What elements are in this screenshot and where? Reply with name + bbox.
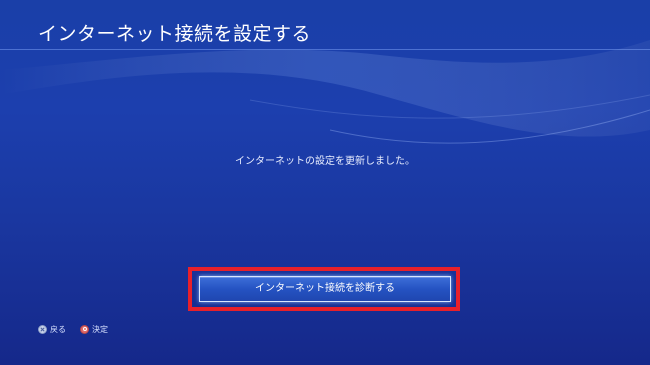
title-divider [0, 49, 650, 50]
confirm-hint[interactable]: 決定 [80, 324, 108, 335]
cross-button-icon [38, 324, 47, 334]
page-title: インターネット接続を設定する [38, 23, 312, 45]
footer-hints: 戻る 決定 [38, 322, 122, 336]
diagnose-connection-button[interactable]: インターネット接続を診断する [199, 276, 451, 302]
back-hint[interactable]: 戻る [38, 324, 66, 335]
status-message: インターネットの設定を更新しました。 [235, 156, 415, 167]
title-bar: インターネット接続を設定する [0, 0, 650, 50]
back-label: 戻る [50, 324, 66, 334]
settings-screen: インターネット接続を設定する インターネットの設定を更新しました。 インターネッ… [0, 0, 650, 365]
confirm-label: 決定 [92, 324, 108, 334]
circle-button-icon [80, 324, 89, 334]
